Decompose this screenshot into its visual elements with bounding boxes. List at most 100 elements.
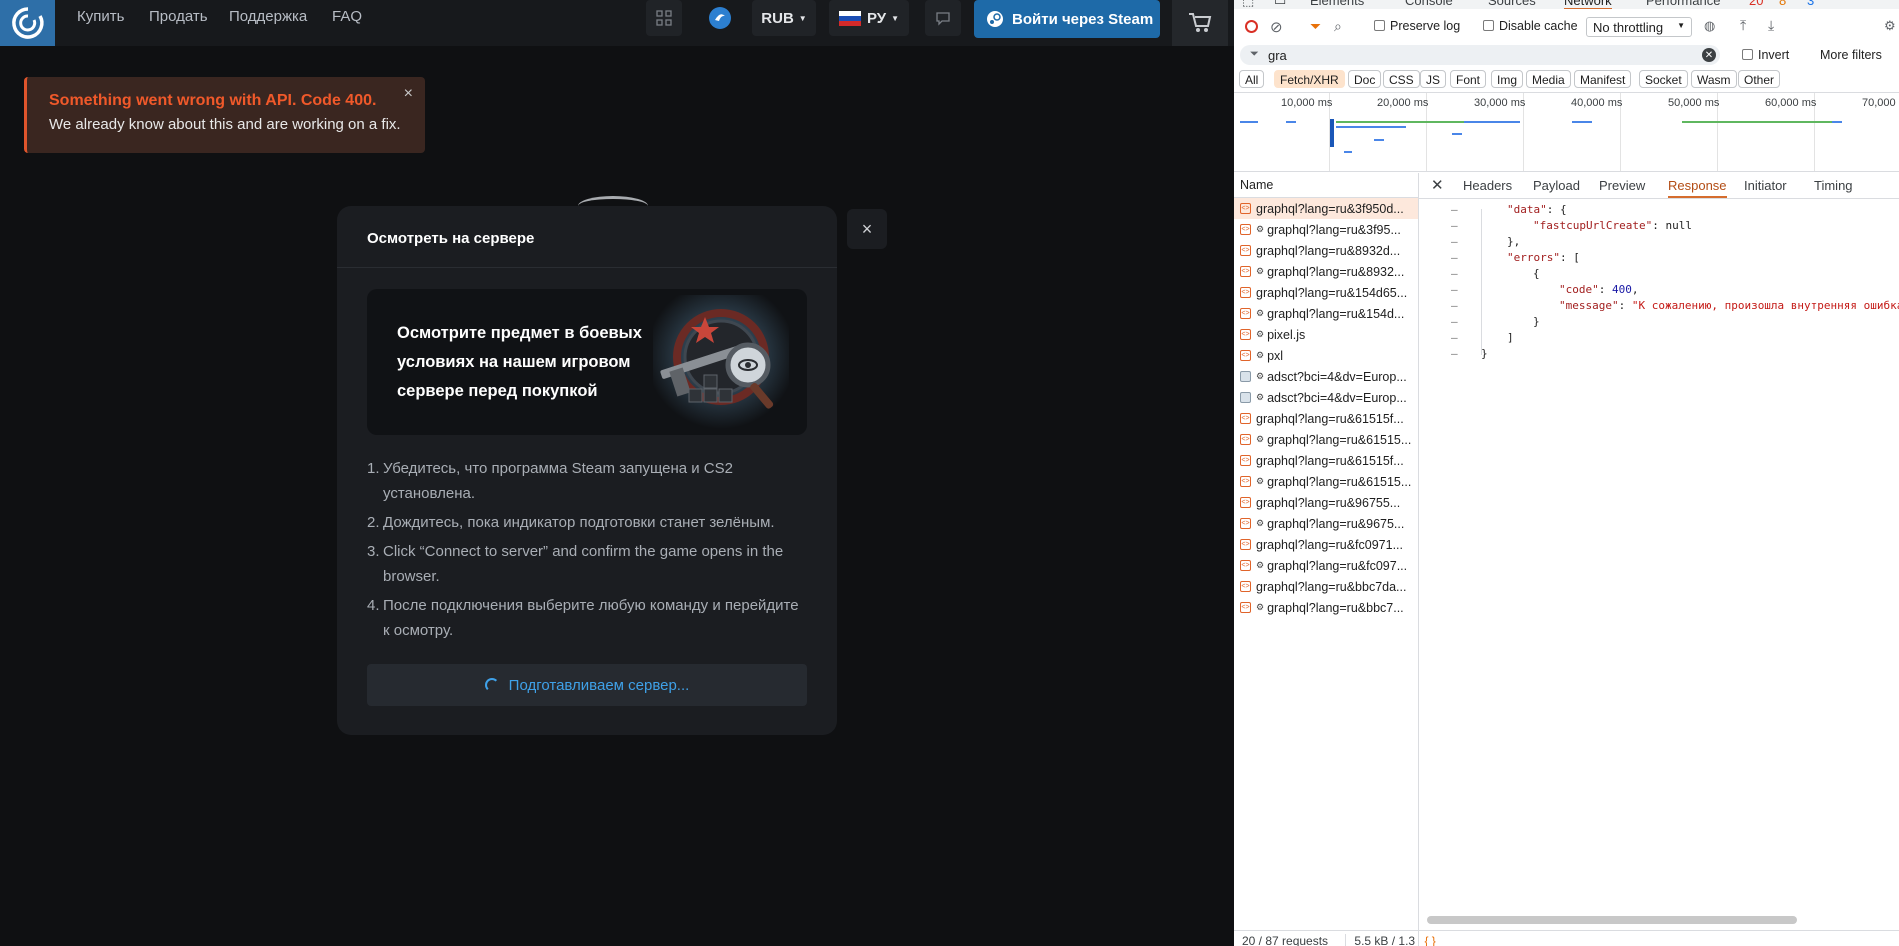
partner-button[interactable] xyxy=(700,0,740,36)
clear-filter-icon[interactable]: ✕ xyxy=(1702,48,1716,62)
detail-tab-headers[interactable]: Headers xyxy=(1463,178,1512,193)
request-row[interactable]: ⚙ adsct?bci=4&dv=Europ... xyxy=(1234,387,1418,408)
fold-marker[interactable]: – xyxy=(1451,299,1458,312)
request-row[interactable]: <> ⚙ pxl xyxy=(1234,345,1418,366)
export-har-icon[interactable]: ⤓ xyxy=(1768,17,1774,34)
request-row[interactable]: <> ⚙ graphql?lang=ru&61515... xyxy=(1234,471,1418,492)
import-har-icon[interactable]: ⤒ xyxy=(1740,17,1746,34)
filter-funnel-icon[interactable]: ⏷ xyxy=(1310,18,1321,35)
request-row[interactable]: <> ⚙ graphql?lang=ru&fc097... xyxy=(1234,555,1418,576)
tab-network[interactable]: Network xyxy=(1564,0,1612,9)
chevron-down-icon: ▼ xyxy=(891,13,900,23)
nav-sell[interactable]: Продать xyxy=(149,8,208,25)
tab-sources[interactable]: Sources xyxy=(1488,0,1536,8)
fold-marker[interactable]: – xyxy=(1451,235,1458,248)
fold-marker[interactable]: – xyxy=(1451,219,1458,232)
modal-close-button[interactable]: × xyxy=(847,209,887,249)
chat-button[interactable] xyxy=(925,0,961,36)
braces-icon[interactable]: { } xyxy=(1424,934,1435,946)
request-row[interactable]: <> graphql?lang=ru&61515f... xyxy=(1234,408,1418,429)
search-icon[interactable]: ⌕ xyxy=(1334,18,1342,35)
request-row[interactable]: <> graphql?lang=ru&8932d... xyxy=(1234,240,1418,261)
request-row[interactable]: <> ⚙ graphql?lang=ru&3f95... xyxy=(1234,219,1418,240)
detail-tab-initiator[interactable]: Initiator xyxy=(1744,178,1787,193)
nav-buy[interactable]: Купить xyxy=(77,8,124,25)
apps-grid-button[interactable] xyxy=(646,0,682,36)
request-row[interactable]: <> ⚙ graphql?lang=ru&8932... xyxy=(1234,261,1418,282)
info-count-badge[interactable]: 3 xyxy=(1807,0,1814,8)
more-filters-button[interactable]: More filters xyxy=(1820,48,1882,62)
site-area: Купить Продать Поддержка FAQ RUB ▼ РУ ▼ xyxy=(0,0,1234,946)
fold-marker[interactable]: – xyxy=(1451,203,1458,216)
response-token: "code" xyxy=(1559,283,1599,296)
preserve-log-checkbox[interactable] xyxy=(1374,20,1385,31)
filter-input[interactable]: ⏷ gra ✕ xyxy=(1240,45,1720,65)
type-filter-img[interactable]: Img xyxy=(1491,70,1524,88)
tab-console[interactable]: Console xyxy=(1405,0,1453,8)
warning-count-badge[interactable]: 8 xyxy=(1779,0,1786,8)
login-steam-label: Войти через Steam xyxy=(1012,10,1154,28)
request-row[interactable]: <> ⚙ graphql?lang=ru&154d... xyxy=(1234,303,1418,324)
type-filter-css[interactable]: CSS xyxy=(1383,70,1420,88)
request-row[interactable]: <> graphql?lang=ru&61515f... xyxy=(1234,450,1418,471)
clear-icon[interactable]: ⊘ xyxy=(1270,18,1283,36)
nav-faq[interactable]: FAQ xyxy=(332,8,362,25)
type-filter-socket[interactable]: Socket xyxy=(1639,70,1688,88)
disable-cache-checkbox[interactable] xyxy=(1483,20,1494,31)
type-filter-doc[interactable]: Doc xyxy=(1348,70,1382,88)
request-row[interactable]: <> ⚙ graphql?lang=ru&bbc7... xyxy=(1234,597,1418,618)
fold-marker[interactable]: – xyxy=(1451,283,1458,296)
login-steam-button[interactable]: Войти через Steam xyxy=(974,0,1160,38)
network-conditions-icon[interactable]: ◍ xyxy=(1704,18,1715,34)
request-row[interactable]: <> graphql?lang=ru&fc0971... xyxy=(1234,534,1418,555)
close-icon[interactable]: × xyxy=(404,85,413,103)
invert-checkbox[interactable] xyxy=(1742,49,1753,60)
horizontal-scrollbar[interactable] xyxy=(1427,916,1797,924)
detail-tab-payload[interactable]: Payload xyxy=(1533,178,1580,193)
request-row[interactable]: <> ⚙ graphql?lang=ru&9675... xyxy=(1234,513,1418,534)
spinner-icon xyxy=(484,678,499,692)
device-toolbar-icon[interactable]: ▭ xyxy=(1274,0,1286,9)
request-row[interactable]: <> graphql?lang=ru&bbc7da... xyxy=(1234,576,1418,597)
fold-marker[interactable]: – xyxy=(1451,315,1458,328)
network-timeline-overview[interactable]: 10,000 ms 20,000 ms 30,000 ms 40,000 ms … xyxy=(1234,92,1899,172)
detail-tab-timing[interactable]: Timing xyxy=(1814,178,1853,193)
tab-elements[interactable]: Elements xyxy=(1310,0,1364,8)
type-filter-other[interactable]: Other xyxy=(1738,70,1781,88)
type-filter-wasm[interactable]: Wasm xyxy=(1691,70,1737,88)
type-filter-fetch-xhr[interactable]: Fetch/XHR xyxy=(1274,70,1345,88)
request-row[interactable]: <> graphql?lang=ru&3f950d... xyxy=(1234,198,1418,219)
request-row[interactable]: <> graphql?lang=ru&96755... xyxy=(1234,492,1418,513)
type-filter-manifest[interactable]: Manifest xyxy=(1574,70,1632,88)
detail-tab-preview[interactable]: Preview xyxy=(1599,178,1645,193)
preparing-server-button[interactable]: Подготавливаем сервер... xyxy=(367,664,807,706)
request-row[interactable]: ⚙ adsct?bci=4&dv=Europ... xyxy=(1234,366,1418,387)
type-filter-js[interactable]: JS xyxy=(1420,70,1447,88)
type-filter-all[interactable]: All xyxy=(1239,70,1265,88)
request-row[interactable]: <> ⚙ graphql?lang=ru&61515... xyxy=(1234,429,1418,450)
throttling-select[interactable]: No throttling ▼ xyxy=(1586,17,1692,37)
fold-marker[interactable]: – xyxy=(1451,347,1458,360)
fold-marker[interactable]: – xyxy=(1451,331,1458,344)
request-row[interactable]: <> ⚙ pixel.js xyxy=(1234,324,1418,345)
error-count-badge[interactable]: 20 xyxy=(1749,0,1763,8)
fold-marker[interactable]: – xyxy=(1451,267,1458,280)
close-detail-icon[interactable]: ✕ xyxy=(1431,176,1444,194)
type-filter-font[interactable]: Font xyxy=(1450,70,1487,88)
currency-select[interactable]: RUB ▼ xyxy=(752,0,816,36)
fold-marker[interactable]: – xyxy=(1451,251,1458,264)
network-settings-icon[interactable]: ⚙ xyxy=(1884,18,1896,34)
language-select[interactable]: РУ ▼ xyxy=(829,0,909,36)
record-icon[interactable] xyxy=(1245,20,1258,33)
inspect-element-icon[interactable]: ⬚ xyxy=(1242,0,1254,9)
type-filter-media[interactable]: Media xyxy=(1526,70,1571,88)
detail-tab-response[interactable]: Response xyxy=(1668,178,1727,198)
nav-support[interactable]: Поддержка xyxy=(229,8,307,25)
tab-performance[interactable]: Performance xyxy=(1646,0,1720,8)
name-column-header[interactable]: Name xyxy=(1234,173,1418,198)
cart-button[interactable] xyxy=(1172,0,1228,46)
request-list: Name <> graphql?lang=ru&3f950d... <> ⚙ graph… xyxy=(1234,173,1419,946)
request-row[interactable]: <> graphql?lang=ru&154d65... xyxy=(1234,282,1418,303)
request-name: graphql?lang=ru&9675... xyxy=(1267,516,1405,531)
site-logo[interactable] xyxy=(0,0,55,46)
